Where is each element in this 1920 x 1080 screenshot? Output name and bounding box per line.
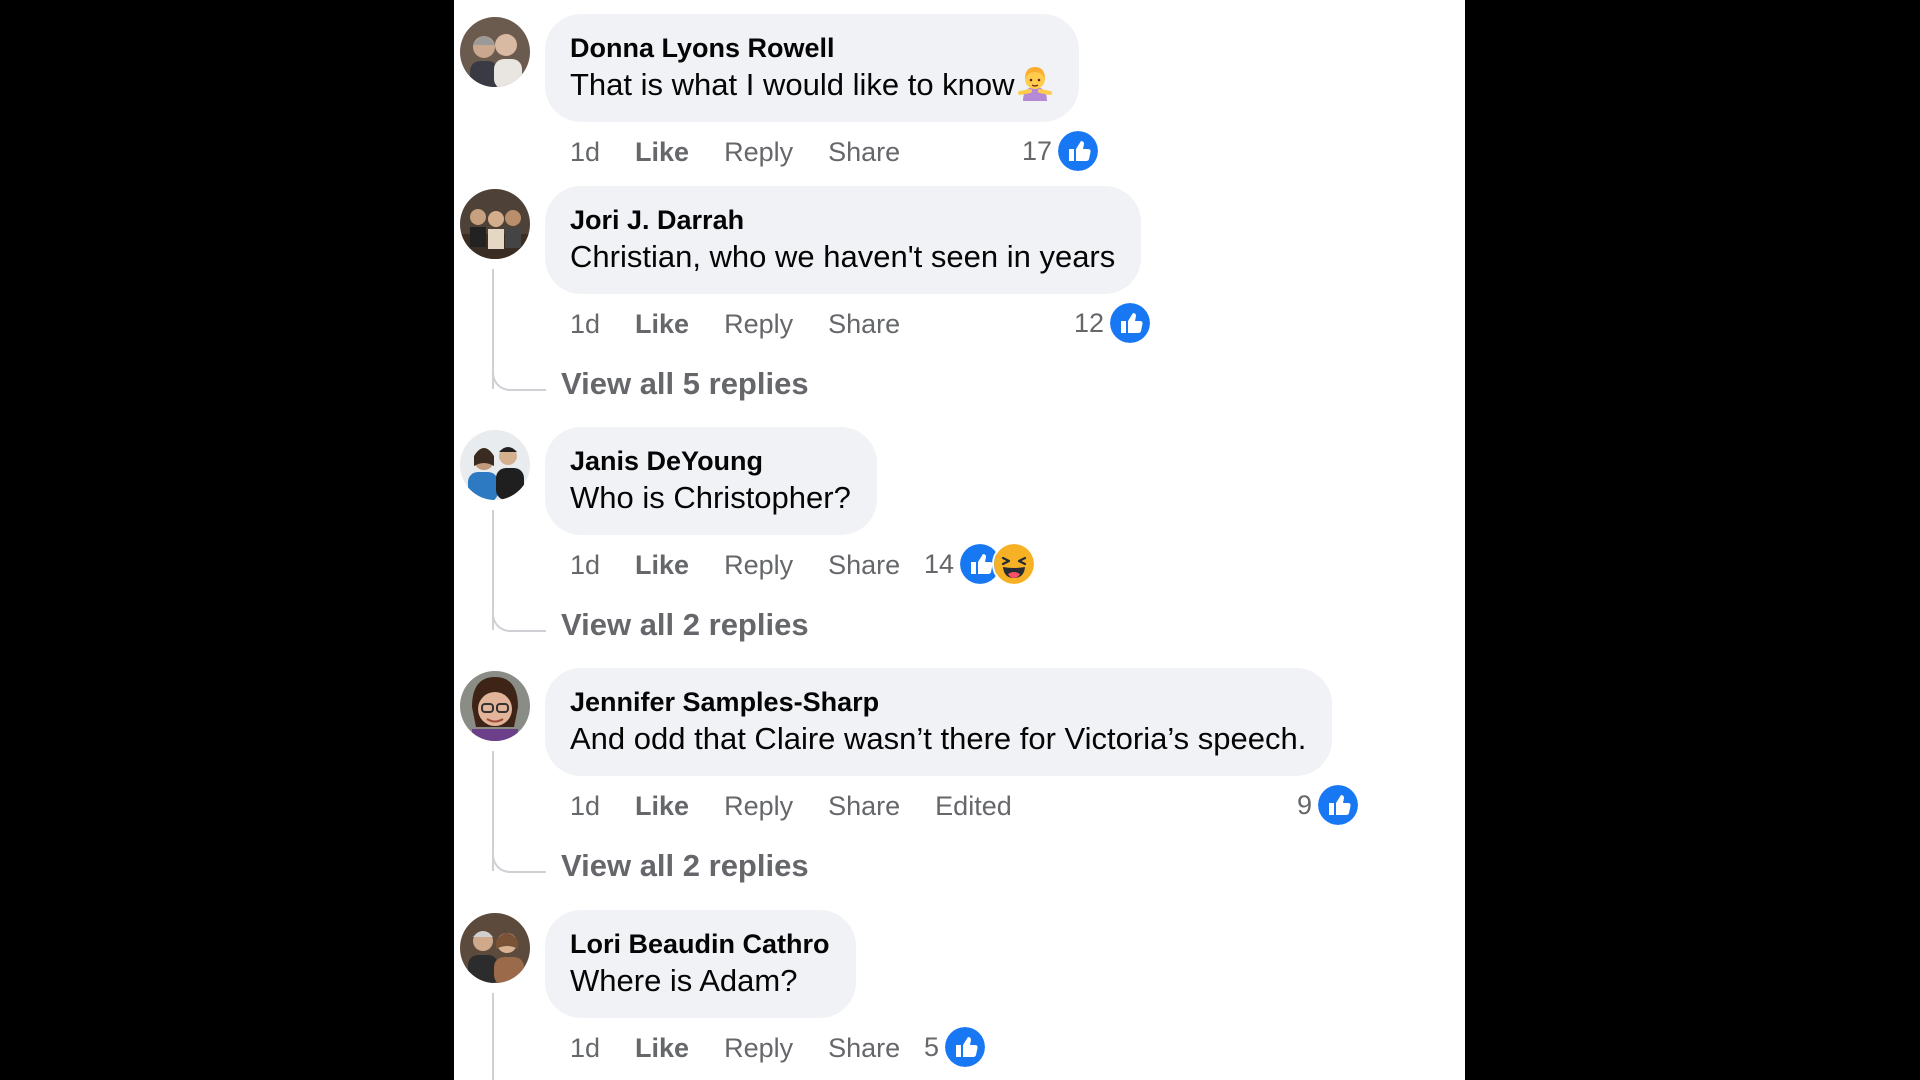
comment-time[interactable]: 1d <box>570 1033 600 1064</box>
share-button[interactable]: Share <box>828 791 900 822</box>
share-button[interactable]: Share <box>828 1033 900 1064</box>
share-button[interactable]: Share <box>828 137 900 168</box>
comment-text: Where is Adam? <box>570 963 798 998</box>
thread-connector <box>492 600 546 632</box>
comments-panel: Donna Lyons Rowell That is what I would … <box>454 0 1465 1080</box>
thread-connector <box>492 359 546 391</box>
reaction-count: 12 <box>1074 307 1105 338</box>
reply-button[interactable]: Reply <box>724 309 793 340</box>
reaction-count: 14 <box>924 548 955 579</box>
comment-time[interactable]: 1d <box>570 550 600 581</box>
share-button[interactable]: Share <box>828 309 900 340</box>
woman-gesturing-icon <box>1017 67 1052 101</box>
comment-actions: 1d Like Reply Share <box>570 132 935 172</box>
reply-button[interactable]: Reply <box>724 550 793 581</box>
like-icon <box>1316 783 1361 827</box>
avatar[interactable] <box>460 430 530 500</box>
edited-label[interactable]: Edited <box>935 791 1012 822</box>
comment-author[interactable]: Janis DeYoung <box>570 445 851 477</box>
reply-button[interactable]: Reply <box>724 1033 793 1064</box>
reaction-count: 5 <box>924 1031 940 1062</box>
comment-actions: 1d Like Reply Share <box>570 545 935 585</box>
reaction-count: 17 <box>1022 135 1053 166</box>
comment-author[interactable]: Jennifer Samples-Sharp <box>570 686 1306 718</box>
thread-line <box>492 993 494 1080</box>
reply-button[interactable]: Reply <box>724 791 793 822</box>
comment-bubble: Lori Beaudin Cathro Where is Adam? <box>545 910 856 1018</box>
reaction-count: 9 <box>1297 789 1313 820</box>
comment-bubble: Janis DeYoung Who is Christopher? <box>545 427 877 535</box>
comment-author[interactable]: Jori J. Darrah <box>570 204 1115 236</box>
reaction-summary[interactable]: 5 <box>924 1025 988 1069</box>
comment-time[interactable]: 1d <box>570 309 600 340</box>
reaction-summary[interactable]: 9 <box>1297 783 1361 827</box>
reaction-summary[interactable]: 12 <box>1074 301 1153 345</box>
comment-text-content: That is what I would like to know <box>570 67 1015 102</box>
avatar[interactable] <box>460 17 530 87</box>
comment-text: Who is Christopher? <box>570 480 851 515</box>
thread-connector <box>492 841 546 873</box>
view-replies-link[interactable]: View all 2 replies <box>561 846 809 886</box>
view-replies-link[interactable]: View all 5 replies <box>561 364 809 404</box>
avatar[interactable] <box>460 913 530 983</box>
comment-bubble: Donna Lyons Rowell That is what I would … <box>545 14 1079 122</box>
comment-text: And odd that Claire wasn’t there for Vic… <box>570 721 1307 756</box>
view-replies-link[interactable]: View all 2 replies <box>561 605 809 645</box>
comment-author[interactable]: Donna Lyons Rowell <box>570 32 1053 64</box>
comment-actions: 1d Like Reply Share <box>570 1028 935 1068</box>
reply-button[interactable]: Reply <box>724 137 793 168</box>
reaction-summary[interactable]: 17 <box>1022 129 1101 173</box>
comment-actions: 1d Like Reply Share <box>570 304 935 344</box>
comment-time[interactable]: 1d <box>570 791 600 822</box>
comment-actions: 1d Like Reply Share Edited <box>570 786 1047 826</box>
like-button[interactable]: Like <box>635 137 689 168</box>
comment-time[interactable]: 1d <box>570 137 600 168</box>
comment-text: That is what I would like to know <box>570 64 1053 106</box>
like-button[interactable]: Like <box>635 791 689 822</box>
avatar[interactable] <box>460 189 530 259</box>
comment-text: Christian, who we haven't seen in years <box>570 239 1116 274</box>
like-button[interactable]: Like <box>635 1033 689 1064</box>
like-button[interactable]: Like <box>635 550 689 581</box>
share-button[interactable]: Share <box>828 550 900 581</box>
like-icon <box>1108 301 1153 345</box>
like-icon <box>1056 129 1101 173</box>
like-icon <box>943 1025 988 1069</box>
comment-bubble: Jennifer Samples-Sharp And odd that Clai… <box>545 668 1333 776</box>
reaction-summary[interactable]: 14 <box>924 542 1037 586</box>
comment-author[interactable]: Lori Beaudin Cathro <box>570 928 830 960</box>
comment-bubble: Jori J. Darrah Christian, who we haven't… <box>545 186 1142 294</box>
avatar[interactable] <box>460 671 530 741</box>
like-button[interactable]: Like <box>635 309 689 340</box>
haha-icon <box>992 542 1037 586</box>
